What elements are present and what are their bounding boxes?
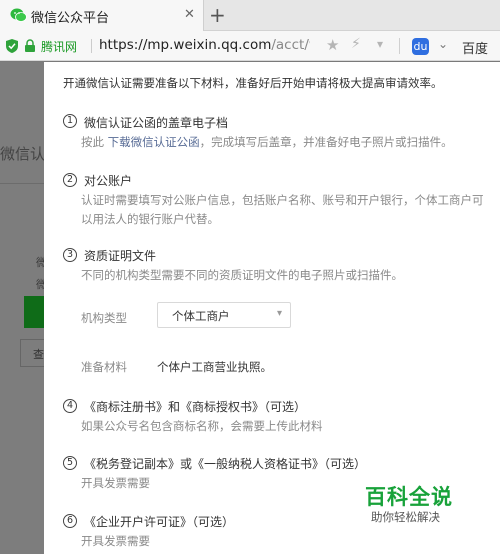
section-desc: 认证时需要填写对公账户信息，包括账户名称、账号和开户银行，个体工商户可 <box>81 193 484 207</box>
shield-icon[interactable] <box>5 38 19 54</box>
new-tab-button[interactable]: + <box>209 3 226 27</box>
star-icon[interactable]: ★ <box>326 36 339 54</box>
url-field[interactable]: https://mp.weixin.qq.com/acct/wxve <box>99 37 310 53</box>
section-number: 2 <box>63 173 77 187</box>
section-title: 对公账户 <box>84 174 133 188</box>
section-title: 《税务登记副本》或《一般纳税人资格证书》（可选） <box>84 457 367 471</box>
close-icon[interactable]: ✕ <box>184 7 195 22</box>
tab-title: 微信公众平台 <box>31 11 110 26</box>
desc-text: ，完成填写后盖章，并准备好电子照片或扫描件。 <box>199 135 453 149</box>
wechat-icon <box>10 8 27 22</box>
background-button: 查 <box>20 339 44 367</box>
lightning-icon[interactable]: ⚡ <box>351 36 361 52</box>
section-number: 6 <box>63 514 77 528</box>
baidu-paw-icon[interactable]: du <box>412 38 429 55</box>
download-letter-link[interactable]: 下载微信认证公函 <box>108 135 200 149</box>
section-title: 微信认证公函的盖章电子档 <box>84 116 229 130</box>
section-title: 《商标注册书》和《商标授权书》（可选） <box>84 400 307 414</box>
url-host: https://mp.weixin.qq.com <box>99 37 272 53</box>
section-number: 4 <box>63 399 77 413</box>
browser-tab[interactable]: 微信公众平台 ✕ <box>0 0 204 31</box>
section-number: 1 <box>63 114 77 128</box>
org-type-label: 机构类型 <box>81 311 127 325</box>
chevron-down-icon: ▾ <box>276 308 282 319</box>
section-number: 5 <box>63 456 77 470</box>
divider <box>0 183 44 184</box>
materials-value: 个体户工商营业执照。 <box>157 360 272 374</box>
section-desc: 开具发票需要 <box>81 476 150 490</box>
section-desc: 开具发票需要 <box>81 534 150 548</box>
section-desc: 以用法人的银行账户代替。 <box>81 212 219 226</box>
section-desc: 按此 下载微信认证公函，完成填写后盖章，并准备好电子照片或扫描件。 <box>81 133 453 152</box>
section-title: 资质证明文件 <box>84 249 157 263</box>
background-green-button <box>24 296 44 328</box>
watermark-subtitle: 助你轻松解决 <box>371 510 440 524</box>
org-type-select[interactable]: 个体工商户 ▾ <box>157 302 291 328</box>
tab-bar: 微信公众平台 ✕ + <box>0 0 500 31</box>
lock-icon[interactable] <box>24 39 36 53</box>
intro-text: 开通微信认证需要准备以下材料，准备好后开始申请将极大提高审请效率。 <box>63 76 443 90</box>
section-number: 3 <box>63 248 77 262</box>
section-title: 《企业开户许可证》（可选） <box>84 515 235 529</box>
org-type-value: 个体工商户 <box>172 309 230 323</box>
materials-label: 准备材料 <box>81 360 127 374</box>
watermark-title: 百科全说 <box>365 485 453 509</box>
section-desc: 不同的机构类型需要不同的资质证明文件的电子照片或扫描件。 <box>81 268 403 282</box>
search-engine-name[interactable]: 百度 <box>462 38 488 57</box>
divider <box>91 39 92 53</box>
url-path: /acct/wxve <box>271 37 310 53</box>
address-bar: 腾讯网 https://mp.weixin.qq.com/acct/wxve ★… <box>0 31 500 61</box>
chevron-down-icon[interactable]: ▾ <box>377 37 383 51</box>
site-identity: 腾讯网 <box>41 40 78 54</box>
section-desc: 如果公众号名包含商标名称，会需要上传此材料 <box>81 419 323 433</box>
chevron-down-icon[interactable]: ⌄ <box>438 37 448 51</box>
divider <box>399 38 400 54</box>
desc-text: 按此 <box>81 135 108 149</box>
